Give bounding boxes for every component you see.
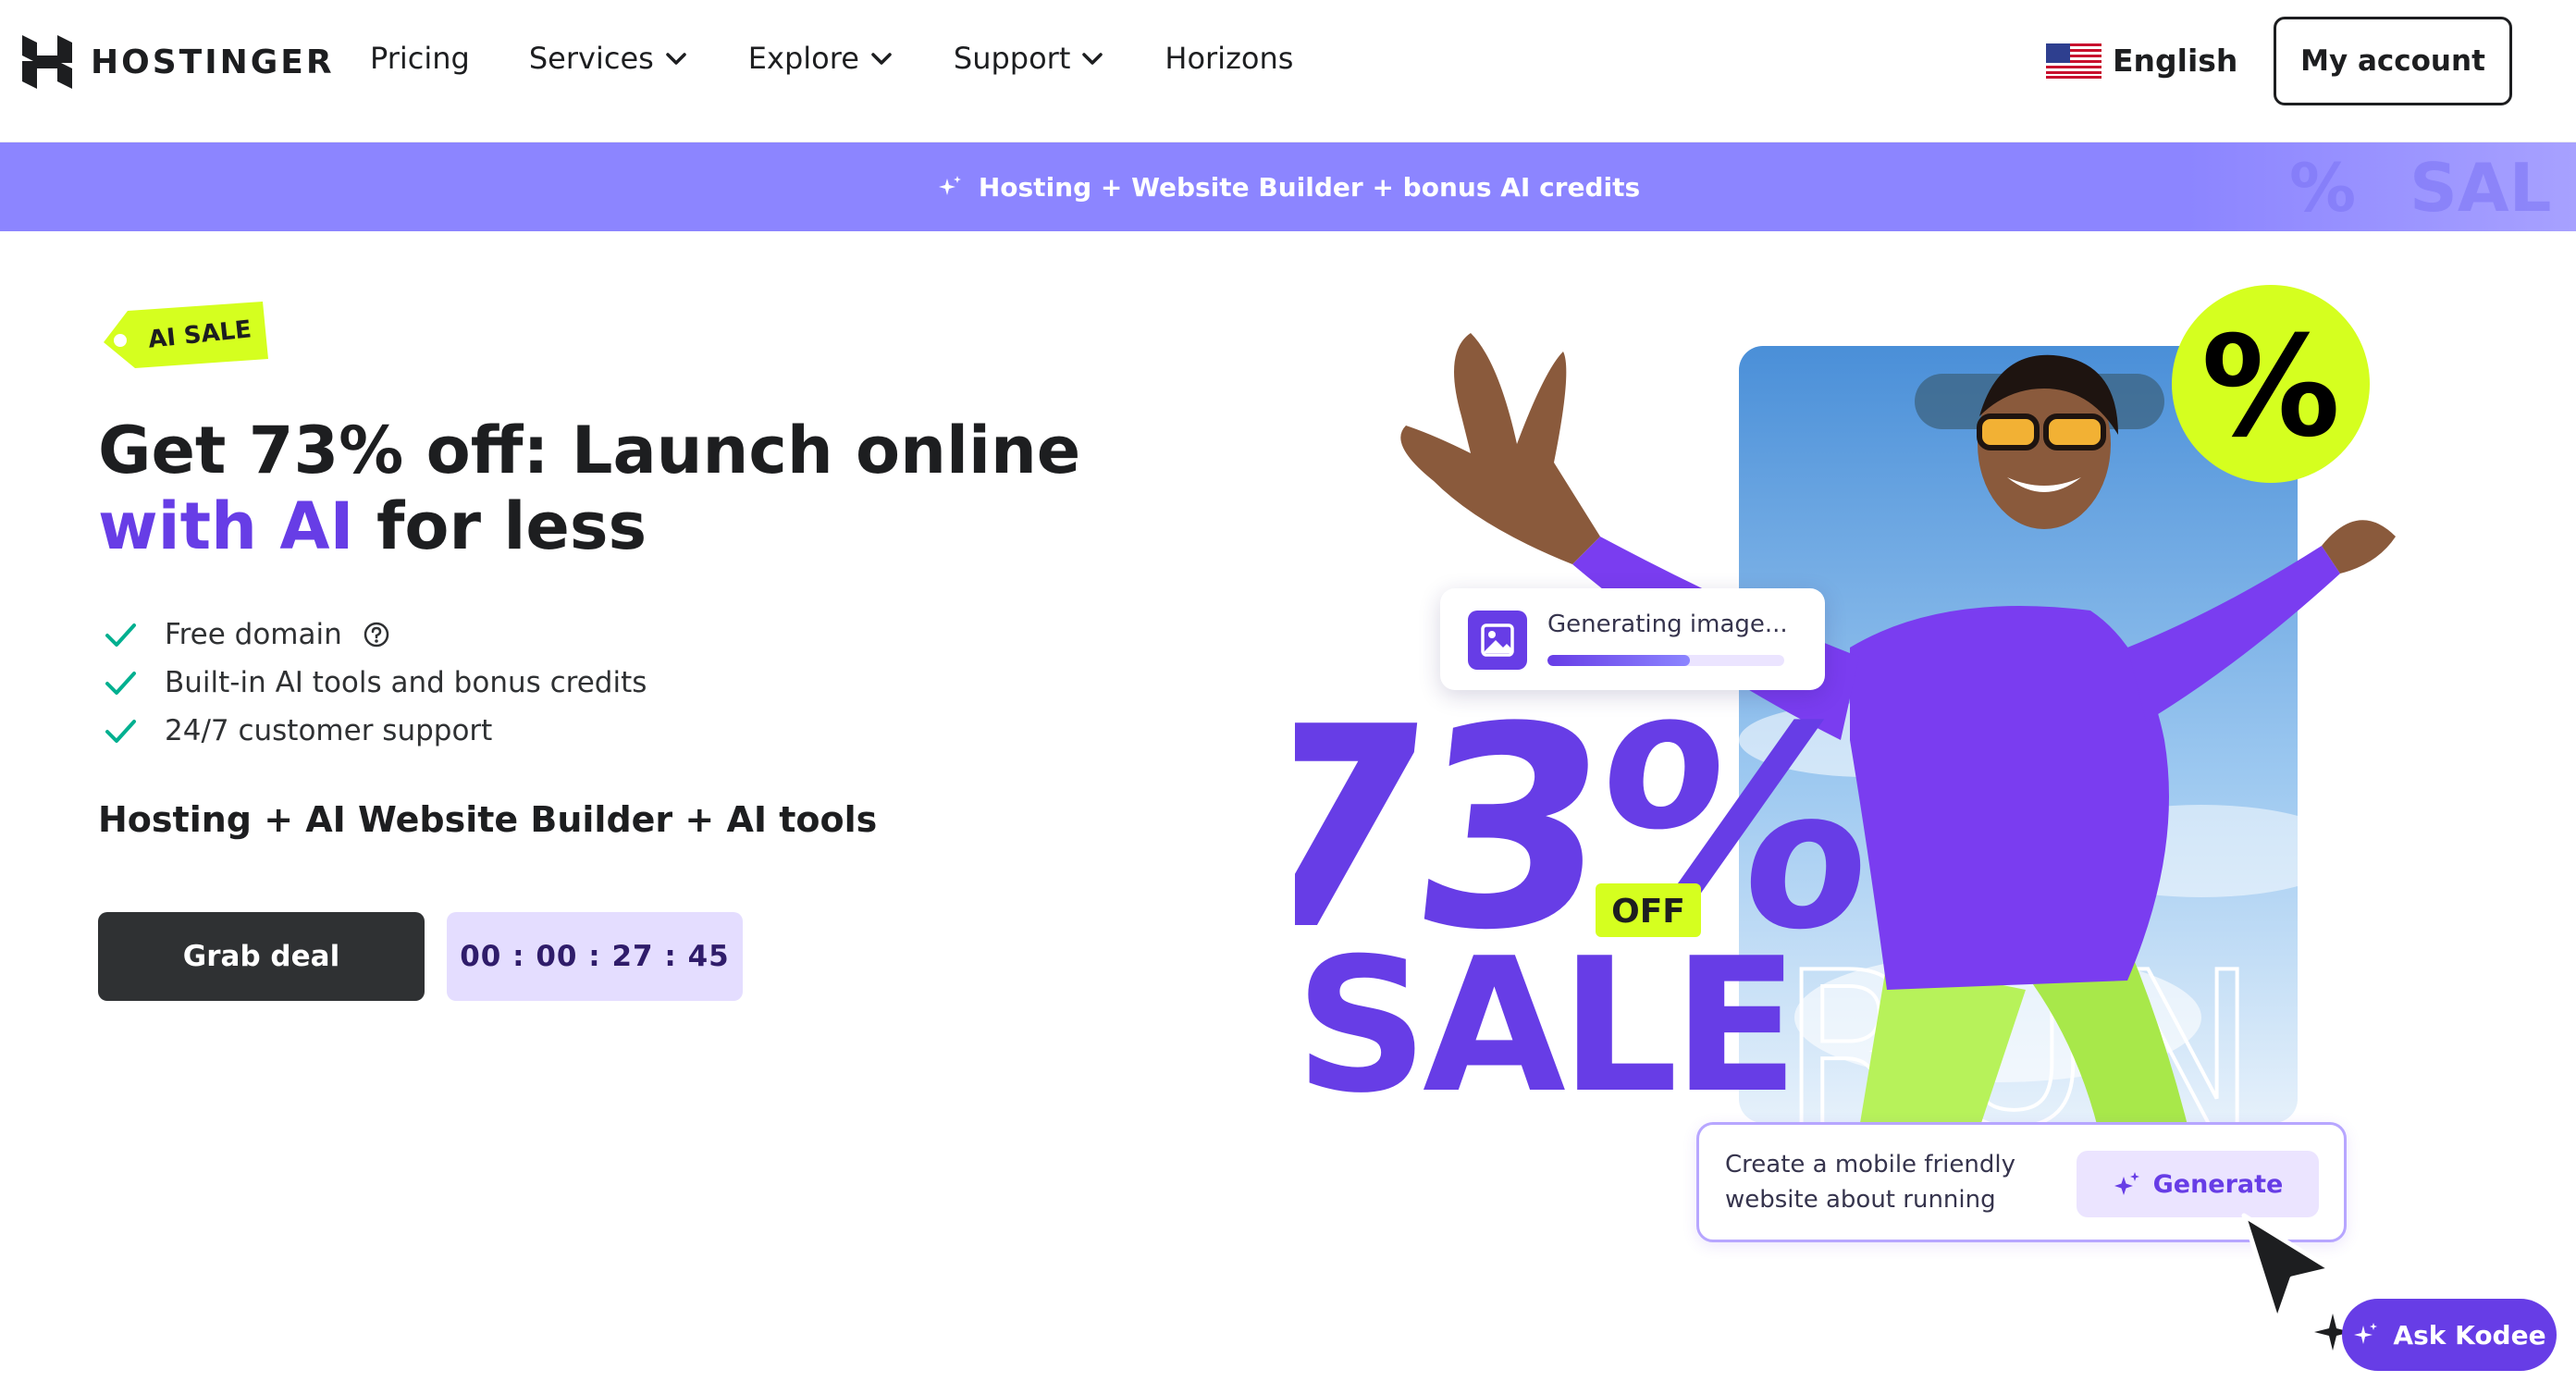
nav-item-support[interactable]: Support: [954, 41, 1106, 76]
chevron-down-icon: [871, 53, 892, 65]
main-nav: Pricing Services Explore Support Horizon…: [370, 41, 1352, 76]
brand-logo[interactable]: HOSTINGER: [22, 35, 335, 89]
feature-text: Free domain: [165, 618, 342, 651]
nav-label: Explore: [747, 41, 859, 76]
feature-text: Built-in AI tools and bonus credits: [165, 666, 647, 699]
sale-word: SALE: [1295, 919, 1793, 1134]
language-label: English: [2113, 43, 2238, 79]
my-account-button[interactable]: My account: [2274, 17, 2512, 105]
nav-item-services[interactable]: Services: [529, 41, 689, 76]
percent-badge-text: %: [2201, 307, 2340, 468]
percent-badge: %: [2172, 285, 2370, 483]
plan-sub-heading: Hosting + AI Website Builder + AI tools: [98, 799, 878, 840]
generate-button[interactable]: Generate: [2077, 1151, 2319, 1217]
site-header: HOSTINGER Pricing Services Explore Suppo…: [0, 0, 2576, 142]
headline-accent: with AI: [98, 488, 354, 564]
page-root: HOSTINGER Pricing Services Explore Suppo…: [0, 0, 2576, 1382]
countdown-timer: 00 : 00 : 27 : 45: [447, 912, 743, 1001]
chevron-down-icon: [666, 53, 686, 65]
sparkle-icon: [938, 176, 961, 195]
grab-deal-button[interactable]: Grab deal: [98, 912, 425, 1001]
generating-image-card: Generating image...: [1440, 588, 1825, 690]
banner-text: Hosting + Website Builder + bonus AI cre…: [978, 171, 1641, 203]
check-icon: [105, 720, 136, 743]
banner-content: Hosting + Website Builder + bonus AI cre…: [0, 142, 2576, 231]
kodee-sparkle-icon: [2354, 1323, 2378, 1344]
generating-progress-fill: [1547, 655, 1690, 666]
brand-name: HOSTINGER: [91, 43, 335, 81]
generate-button-label: Generate: [2152, 1169, 2284, 1199]
sparkle-icon: [2114, 1172, 2139, 1195]
hero-headline: Get 73% off: Launch online with AI for l…: [98, 413, 1115, 564]
image-icon: [1468, 611, 1527, 670]
generating-progress-bar: [1547, 655, 1784, 666]
hero-illustration: RUN % 73% OFF SALE: [1295, 285, 2396, 1184]
prompt-input[interactable]: Create a mobile friendly website about r…: [1725, 1147, 2058, 1217]
ask-kodee-label: Ask Kodee: [2393, 1319, 2546, 1351]
language-selector[interactable]: English: [2046, 43, 2237, 79]
feature-text: 24/7 customer support: [165, 714, 493, 747]
feature-list: Free domain Built-in AI tools and bonus …: [102, 611, 647, 755]
help-icon[interactable]: [363, 621, 390, 648]
us-flag-icon: [2046, 43, 2101, 79]
ask-kodee-button[interactable]: Ask Kodee: [2342, 1299, 2557, 1371]
check-icon: [105, 623, 136, 647]
list-item: Free domain: [102, 611, 647, 659]
nav-label: Pricing: [370, 41, 470, 76]
chevron-down-icon: [1082, 53, 1103, 65]
nav-item-pricing[interactable]: Pricing: [370, 41, 470, 76]
headline-part-1: Get 73% off: Launch online: [98, 413, 1081, 488]
headline-part-2: for less: [376, 488, 647, 564]
nav-label: Support: [953, 41, 1071, 76]
promo-banner[interactable]: % SAL Hosting + Website Builder + bonus …: [0, 142, 2576, 231]
list-item: Built-in AI tools and bonus credits: [102, 659, 647, 707]
nav-label: Horizons: [1165, 41, 1294, 76]
nav-item-explore[interactable]: Explore: [748, 41, 894, 76]
generating-text: Generating image...: [1547, 611, 1788, 638]
list-item: 24/7 customer support: [102, 707, 647, 755]
nav-item-horizons[interactable]: Horizons: [1165, 41, 1293, 76]
nav-label: Services: [528, 41, 654, 76]
check-icon: [105, 672, 136, 695]
hostinger-logo-icon: [22, 35, 72, 89]
